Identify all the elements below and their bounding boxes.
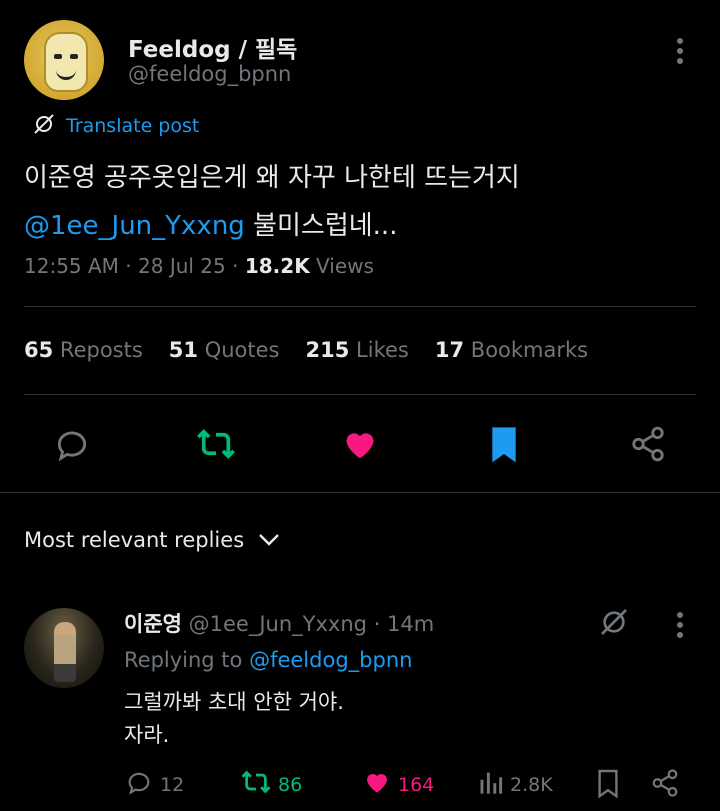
divider	[24, 394, 696, 395]
views-label: Views	[316, 254, 374, 278]
reply-icon[interactable]	[52, 424, 92, 464]
author-avatar[interactable]	[24, 20, 104, 100]
like-icon[interactable]	[340, 424, 380, 464]
post-text-line1: 이준영 공주옷입은게 왜 자꾸 나한테 뜨는거지	[24, 163, 520, 193]
replying-to: Replying to @feeldog_bpnn	[124, 648, 413, 672]
reply-age[interactable]: 14m	[387, 612, 434, 636]
post-time[interactable]: 12:55 AM	[24, 254, 119, 278]
reposts-stat[interactable]: 65 Reposts	[24, 338, 143, 362]
views-count: 18.2K	[244, 254, 310, 278]
reply-repost-button[interactable]: 86	[240, 768, 302, 801]
translate-label: Translate post	[66, 115, 200, 137]
reply-icon	[124, 768, 154, 801]
reply-views-button[interactable]: 2.8K	[478, 768, 553, 801]
author-name[interactable]: Feeldog / 필독	[128, 30, 297, 64]
reply-more-options-icon[interactable]	[668, 610, 692, 644]
translate-icon	[32, 112, 56, 140]
translate-post-button[interactable]: Translate post	[32, 112, 199, 140]
like-icon	[362, 768, 392, 801]
more-options-icon[interactable]	[668, 36, 692, 70]
reply-text: 그럴까봐 초대 안한 거야. 자라.	[124, 690, 344, 747]
bookmarks-stat[interactable]: 17 Bookmarks	[435, 338, 588, 362]
post-text-line2: 불미스럽네...	[244, 211, 398, 241]
reply-like-button[interactable]: 164	[362, 768, 434, 801]
likes-stat[interactable]: 215 Likes	[306, 338, 409, 362]
repost-icon[interactable]	[196, 424, 236, 464]
reply-share-icon[interactable]	[650, 768, 680, 798]
replying-to-handle[interactable]: @feeldog_bpnn	[249, 648, 412, 672]
views-icon	[478, 768, 504, 801]
bookmark-icon[interactable]	[484, 424, 524, 464]
post-stats: 65 Reposts 51 Quotes 215 Likes 17 Bookma…	[24, 338, 588, 362]
translate-icon[interactable]	[598, 606, 630, 642]
reply-author-handle[interactable]: @1ee_Jun_Yxxng	[189, 612, 367, 636]
post-date[interactable]: 28 Jul 25	[138, 254, 226, 278]
replies-sort-label: Most relevant replies	[24, 528, 245, 552]
reply-reply-button[interactable]: 12	[124, 768, 184, 801]
post-text: 이준영 공주옷입은게 왜 자꾸 나한테 뜨는거지 @1ee_Jun_Yxxng …	[24, 154, 704, 250]
reply-author-avatar[interactable]	[24, 608, 104, 688]
reply-bookmark-icon[interactable]	[596, 768, 620, 798]
author-handle[interactable]: @feeldog_bpnn	[128, 62, 291, 86]
post-mention-link[interactable]: @1ee_Jun_Yxxng	[24, 211, 245, 241]
share-icon[interactable]	[628, 424, 668, 464]
replies-sort-dropdown[interactable]: Most relevant replies	[24, 528, 280, 552]
quotes-stat[interactable]: 51 Quotes	[169, 338, 280, 362]
reply-author-name[interactable]: 이준영	[124, 612, 182, 636]
divider	[0, 492, 720, 493]
divider	[24, 306, 696, 307]
reply-header: 이준영 @1ee_Jun_Yxxng · 14m	[124, 612, 435, 636]
chevron-down-icon	[258, 528, 280, 552]
repost-icon	[240, 768, 272, 801]
post-meta: 12:55 AM · 28 Jul 25 · 18.2K Views	[24, 254, 374, 278]
